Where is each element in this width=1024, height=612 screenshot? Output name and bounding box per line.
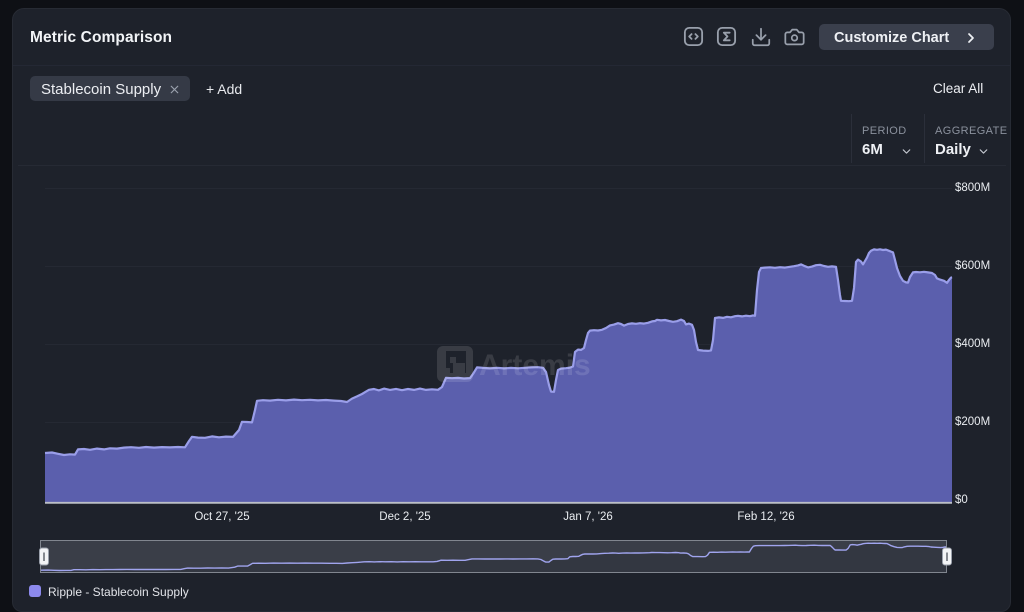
svg-text:Artemis: Artemis [479, 349, 591, 382]
